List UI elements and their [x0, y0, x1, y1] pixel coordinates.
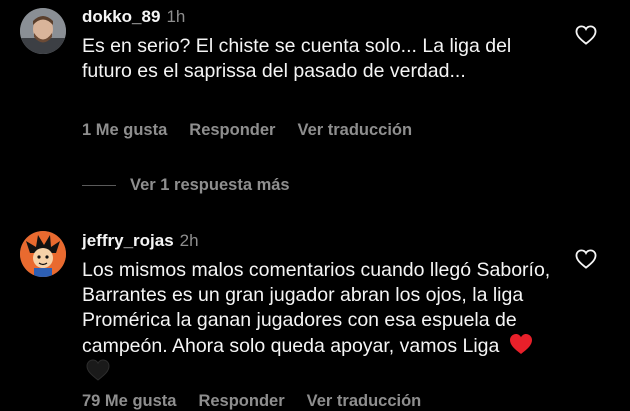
view-replies-label: Ver 1 respuesta más: [130, 176, 290, 194]
likes-count-button[interactable]: 79 Me gusta: [82, 392, 176, 410]
red-heart-emoji: [509, 333, 533, 355]
comment-dokko-89: dokko_89 1h Es en serio? El chiste se cue…: [0, 0, 630, 170]
comment-header: jeffry_rojas 2h: [82, 231, 199, 251]
comment-actions: 1 Me gusta Responder Ver traducción: [82, 121, 434, 140]
comment-jeffry-rojas: jeffry_rojas 2h Los mismos malos comentar…: [0, 222, 630, 410]
reply-button[interactable]: Responder: [198, 392, 284, 410]
likes-count-button[interactable]: 1 Me gusta: [82, 121, 167, 139]
timestamp: 2h: [179, 231, 199, 250]
comment-text: Los mismos malos comentarios cuando lleg…: [82, 258, 552, 385]
comment-actions: 79 Me gusta Responder Ver traducción: [82, 392, 443, 411]
view-more-replies-button[interactable]: Ver 1 respuesta más: [82, 176, 290, 195]
replies-divider: [82, 185, 116, 187]
see-translation-button[interactable]: Ver traducción: [307, 392, 422, 410]
heart-outline-icon[interactable]: [575, 249, 597, 269]
comment-header: dokko_89 1h: [82, 7, 185, 27]
comment-text: Es en serio? El chiste se cuenta solo...…: [82, 35, 512, 82]
reply-button[interactable]: Responder: [189, 121, 275, 139]
username[interactable]: dokko_89: [82, 7, 160, 26]
black-heart-emoji: [86, 359, 110, 381]
timestamp: 1h: [166, 7, 186, 26]
username[interactable]: jeffry_rojas: [82, 231, 174, 250]
avatar[interactable]: [20, 8, 66, 54]
comment-text-content: Los mismos malos comentarios cuando lleg…: [82, 259, 551, 357]
heart-outline-icon[interactable]: [575, 25, 597, 45]
avatar[interactable]: [20, 231, 66, 277]
see-translation-button[interactable]: Ver traducción: [297, 121, 412, 139]
